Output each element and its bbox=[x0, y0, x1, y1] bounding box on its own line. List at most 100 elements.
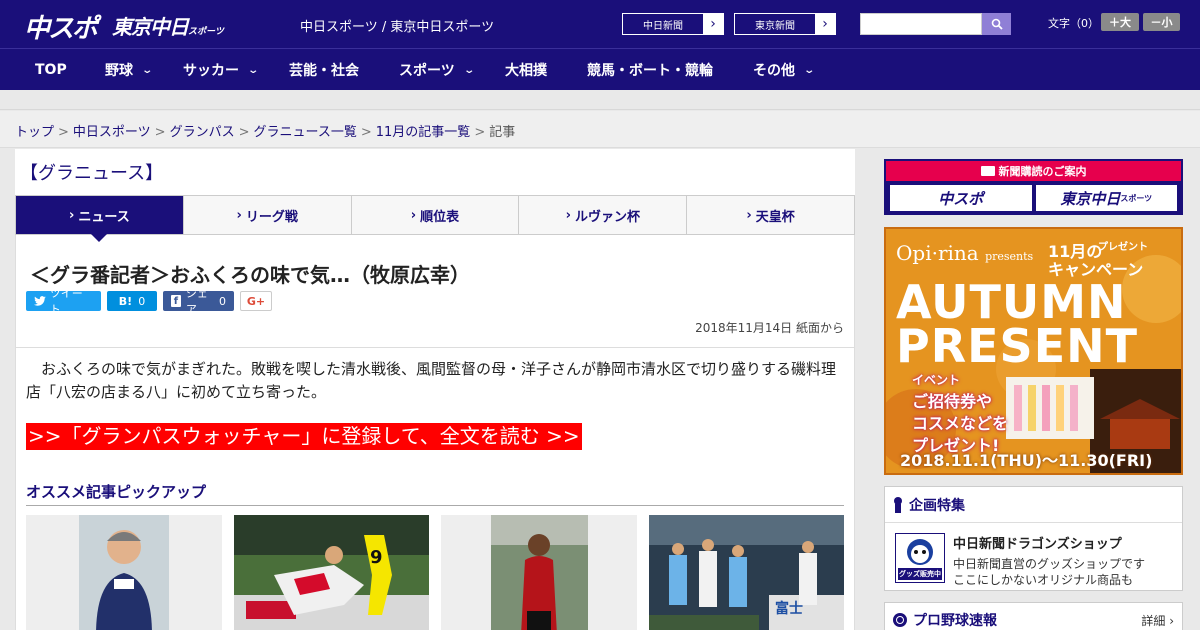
breadcrumb-separator: > bbox=[58, 125, 69, 140]
feature-box: 企画特集 グッズ販売中 中日新聞ドラゴンズショップ 中日新聞直営のグッズショップ… bbox=[884, 486, 1183, 591]
nav-item-label: 大相撲 bbox=[505, 63, 547, 79]
breadcrumb-link-chuspo[interactable]: 中日スポーツ bbox=[73, 125, 151, 140]
pickup-thumbnails: 9 富士 bbox=[26, 515, 844, 630]
pickup-thumb-player[interactable] bbox=[441, 515, 637, 630]
facebook-share-button[interactable]: f シェア 0 bbox=[163, 287, 234, 316]
pickup-thumb-team[interactable]: 富士 bbox=[648, 515, 844, 630]
baseball-icon bbox=[893, 613, 907, 627]
article-lead: おふくろの味で気がまぎれた。敗戦を喫した清水戦後、風間監督の母・洋子さんが静岡市… bbox=[26, 360, 837, 401]
subscription-buttons: 中スポ 東京中日 スポーツ bbox=[886, 181, 1181, 215]
breadcrumb: トップ > 中日スポーツ > グランパス > グラニュース一覧 >11月の記事一覧 > 記事 bbox=[0, 111, 1200, 148]
chevron-right-icon: › bbox=[410, 207, 417, 223]
chevron-right-icon: › bbox=[565, 207, 571, 223]
tab-label: ニュース bbox=[78, 209, 130, 225]
baseball-live-more-link[interactable]: 詳細 › bbox=[1141, 612, 1174, 629]
match-photo: 9 bbox=[233, 515, 429, 630]
nav-item-top[interactable]: TOP bbox=[35, 49, 67, 91]
tab-standings[interactable]: › 順位表 bbox=[351, 196, 520, 234]
ad-campaign-small: プレゼント bbox=[1098, 242, 1148, 253]
article-divider bbox=[16, 347, 854, 348]
breadcrumb-link-top[interactable]: トップ bbox=[15, 125, 54, 140]
nav-item-sumo[interactable]: 大相撲 bbox=[505, 49, 547, 91]
subscription-banner: 新聞購読のご案内 中スポ 東京中日 スポーツ bbox=[884, 159, 1183, 215]
ad-promo-line3: コスメなどを bbox=[912, 414, 1009, 433]
nav-item-entertainment[interactable]: 芸能・社会 bbox=[289, 49, 359, 91]
share-buttons: ツイート B! 0 f シェア 0 G+ bbox=[26, 287, 272, 316]
search-icon bbox=[991, 18, 1003, 30]
chevron-down-icon: ⌄ bbox=[247, 64, 260, 76]
pickup-heading: オススメ記事ピックアップ bbox=[26, 481, 844, 506]
tab-label: ルヴァン杯 bbox=[574, 209, 640, 225]
search-button[interactable] bbox=[982, 13, 1011, 35]
logo-tokyo-chunichi[interactable]: 東京中日スポーツ bbox=[112, 11, 224, 40]
search-input[interactable] bbox=[860, 13, 982, 35]
ad-promo-line1: イベント bbox=[912, 373, 961, 387]
header-tagline: 中日スポーツ / 東京中日スポーツ bbox=[300, 20, 495, 35]
svg-text:富士: 富士 bbox=[775, 600, 803, 617]
ad-promo-line2: ご招待券や bbox=[912, 392, 993, 411]
autumn-present-ad[interactable]: Opi·rina presents プレゼント 11月の キャンペーン AUTU… bbox=[884, 227, 1183, 475]
tokyo-link-button[interactable]: 東京新聞 › bbox=[734, 13, 836, 35]
svg-text:9: 9 bbox=[370, 547, 383, 568]
chevron-right-icon: › bbox=[815, 14, 835, 34]
dragons-shop-desc-1: 中日新聞直営のグッズショップです bbox=[953, 557, 1146, 571]
twitter-icon bbox=[34, 296, 46, 306]
team-photo: 富士 bbox=[648, 515, 844, 630]
nav-item-other[interactable]: その他 ⌄ bbox=[753, 49, 816, 91]
breadcrumb-current: 記事 bbox=[489, 125, 516, 140]
breadcrumb-link-news-list[interactable]: グラニュース一覧 bbox=[254, 125, 357, 140]
register-read-more-link[interactable]: >>「グランパスウォッチャー」に登録して、全文を読む >> bbox=[26, 423, 582, 450]
baseball-live-title: プロ野球速報 bbox=[913, 613, 997, 629]
subscribe-tokyo-button[interactable]: 東京中日 スポーツ bbox=[1035, 185, 1177, 211]
ad-headline-present: PRESENT bbox=[896, 319, 1138, 373]
chunichi-link-button[interactable]: 中日新聞 › bbox=[622, 13, 724, 35]
pickup-thumb-match[interactable]: 9 bbox=[233, 515, 429, 630]
google-plus-button[interactable]: G+ bbox=[240, 291, 272, 311]
chevron-down-icon: ⌄ bbox=[141, 64, 154, 76]
pickup-thumb-coach[interactable] bbox=[26, 515, 222, 630]
chevron-right-icon: › bbox=[236, 207, 242, 223]
tweet-button[interactable]: ツイート bbox=[26, 287, 101, 316]
newspaper-icon bbox=[980, 166, 995, 176]
chevron-down-icon: ⌄ bbox=[803, 64, 816, 76]
tab-league[interactable]: › リーグ戦 bbox=[183, 196, 352, 234]
breadcrumb-separator: > bbox=[360, 125, 372, 140]
hatena-bookmark-button[interactable]: B! 0 bbox=[107, 291, 157, 311]
tab-levain-cup[interactable]: › ルヴァン杯 bbox=[519, 196, 688, 234]
nav-item-label: サッカー bbox=[183, 63, 239, 79]
tokyo-link-label: 東京新聞 bbox=[755, 20, 795, 32]
coach-photo bbox=[26, 515, 222, 630]
subscription-title: 新聞購読のご案内 bbox=[886, 161, 1181, 181]
breadcrumb-link-november[interactable]: 11月の記事一覧 bbox=[376, 125, 471, 140]
nav-item-baseball[interactable]: 野球 ⌄ bbox=[105, 49, 154, 91]
breadcrumb-link-grampus[interactable]: グランパス bbox=[170, 125, 235, 140]
font-size-up-button[interactable]: ＋大 bbox=[1101, 13, 1139, 31]
font-size-down-button[interactable]: －小 bbox=[1143, 13, 1180, 31]
font-size-label: 文字（0） bbox=[1048, 17, 1099, 30]
chevron-right-icon: › bbox=[703, 14, 723, 34]
nav-item-label: 芸能・社会 bbox=[289, 63, 359, 79]
ad-promo-text: イベント ご招待券や コスメなどを プレゼント! bbox=[912, 369, 1008, 457]
logo-tokyo-sub: スポーツ bbox=[188, 27, 224, 37]
article-title: ＜グラ番記者＞おふくろの味で気…（牧原広幸） bbox=[30, 263, 470, 287]
logo-chuspo[interactable]: 中スポ bbox=[24, 8, 98, 45]
dragons-shop-link[interactable]: グッズ販売中 中日新聞ドラゴンズショップ 中日新聞直営のグッズショップです ここ… bbox=[885, 523, 1182, 598]
nav-item-sports[interactable]: スポーツ ⌄ bbox=[399, 49, 475, 91]
nav-item-label: 競馬・ボート・競輪 bbox=[587, 63, 713, 79]
subscribe-chuspo-button[interactable]: 中スポ bbox=[890, 185, 1032, 211]
ad-period: 2018.11.1(THU)～11.30(FRI) bbox=[900, 451, 1153, 470]
tab-label: 順位表 bbox=[420, 209, 460, 225]
breadcrumb-separator: > bbox=[238, 125, 250, 140]
hatena-icon: B! bbox=[118, 294, 133, 308]
facebook-count: 0 bbox=[219, 294, 226, 308]
nav-item-racing[interactable]: 競馬・ボート・競輪 bbox=[587, 49, 713, 91]
nav-item-label: その他 bbox=[753, 63, 795, 79]
dragons-shop-desc-2: ここにしかないオリジナル商品も bbox=[953, 573, 1134, 587]
tab-label: 天皇杯 bbox=[755, 209, 795, 225]
header-spacer bbox=[0, 90, 1200, 110]
tab-emperors-cup[interactable]: › 天皇杯 bbox=[687, 196, 854, 234]
tab-news[interactable]: › ニュース bbox=[16, 196, 184, 242]
nav-item-soccer[interactable]: サッカー ⌄ bbox=[183, 49, 260, 91]
dragons-shop-logo: グッズ販売中 bbox=[895, 533, 945, 583]
dragons-shop-badge: グッズ販売中 bbox=[899, 570, 941, 578]
